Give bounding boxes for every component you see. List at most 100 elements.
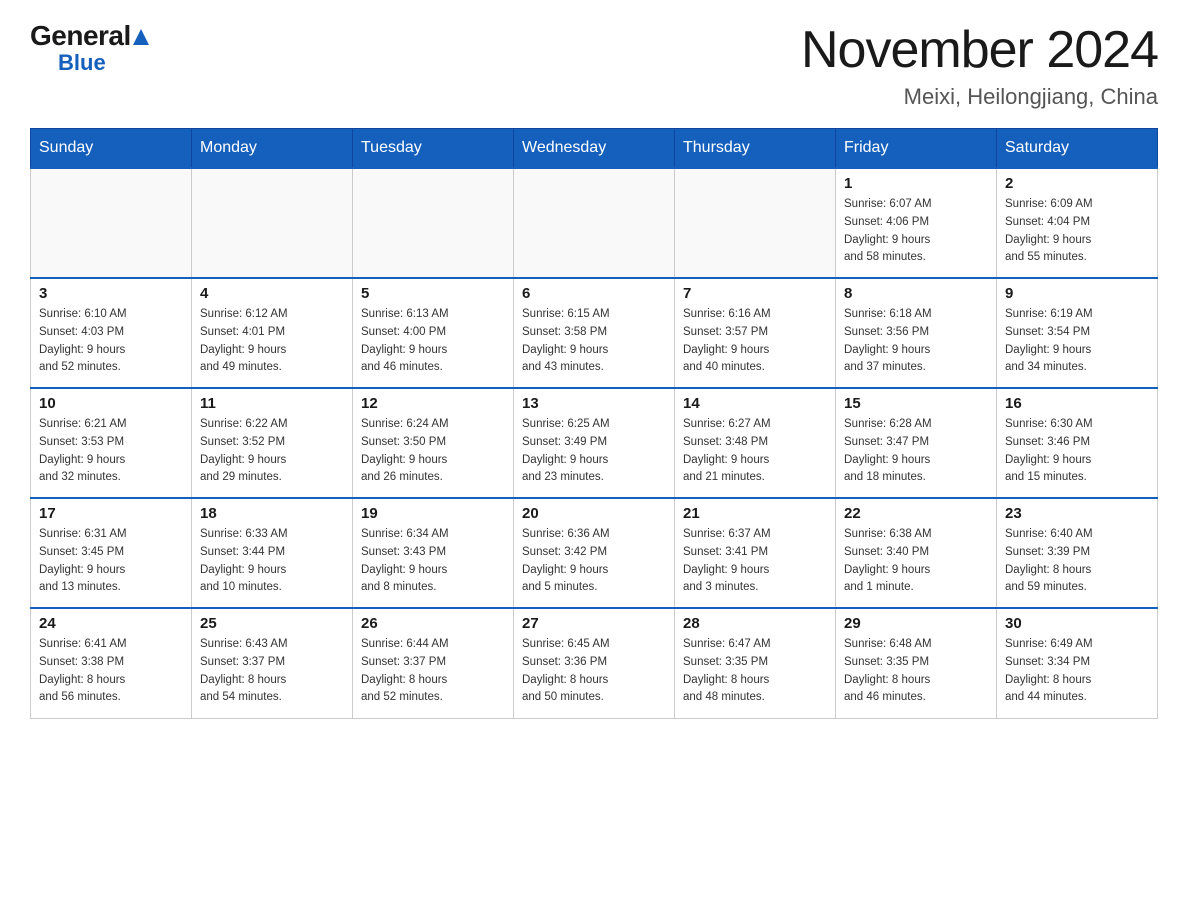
calendar-cell: 19 Sunrise: 6:34 AMSunset: 3:43 PMDayligh… bbox=[353, 498, 514, 608]
day-number: 7 bbox=[683, 285, 827, 302]
day-number: 30 bbox=[1005, 615, 1149, 632]
calendar-cell: 28 Sunrise: 6:47 AMSunset: 3:35 PMDayligh… bbox=[675, 608, 836, 718]
day-number: 22 bbox=[844, 505, 988, 522]
day-info: Sunrise: 6:36 AMSunset: 3:42 PMDaylight:… bbox=[522, 526, 666, 597]
week-row-5: 24Sunrise: 6:41 AMSunset: 3:38 PMDayligh… bbox=[31, 608, 1158, 718]
day-number: 4 bbox=[200, 285, 344, 302]
title-block: November 2024 Meixi, Heilongjiang, China bbox=[801, 20, 1158, 110]
calendar-cell: 6 Sunrise: 6:15 AMSunset: 3:58 PMDaylight… bbox=[514, 278, 675, 388]
day-number: 14 bbox=[683, 395, 827, 412]
logo-general-text: General bbox=[30, 20, 149, 54]
week-row-1: 1 Sunrise: 6:07 AMSunset: 4:06 PMDaylight… bbox=[31, 168, 1158, 278]
day-number: 18 bbox=[200, 505, 344, 522]
calendar-cell: 24Sunrise: 6:41 AMSunset: 3:38 PMDayligh… bbox=[31, 608, 192, 718]
day-number: 17 bbox=[39, 505, 183, 522]
day-info: Sunrise: 6:41 AMSunset: 3:38 PMDaylight:… bbox=[39, 636, 183, 707]
day-number: 5 bbox=[361, 285, 505, 302]
calendar-cell: 8 Sunrise: 6:18 AMSunset: 3:56 PMDaylight… bbox=[836, 278, 997, 388]
day-info: Sunrise: 6:16 AMSunset: 3:57 PMDaylight:… bbox=[683, 306, 827, 377]
day-info: Sunrise: 6:38 AMSunset: 3:40 PMDaylight:… bbox=[844, 526, 988, 597]
day-info: Sunrise: 6:48 AMSunset: 3:35 PMDaylight:… bbox=[844, 636, 988, 707]
day-info: Sunrise: 6:24 AMSunset: 3:50 PMDaylight:… bbox=[361, 416, 505, 487]
day-number: 11 bbox=[200, 395, 344, 412]
page-header: General Blue November 2024 Meixi, Heilon… bbox=[30, 20, 1158, 110]
calendar-table: Sunday Monday Tuesday Wednesday Thursday… bbox=[30, 128, 1158, 719]
day-number: 8 bbox=[844, 285, 988, 302]
day-info: Sunrise: 6:37 AMSunset: 3:41 PMDaylight:… bbox=[683, 526, 827, 597]
calendar-cell: 21 Sunrise: 6:37 AMSunset: 3:41 PMDayligh… bbox=[675, 498, 836, 608]
calendar-cell: 30 Sunrise: 6:49 AMSunset: 3:34 PMDayligh… bbox=[997, 608, 1158, 718]
day-info: Sunrise: 6:49 AMSunset: 3:34 PMDaylight:… bbox=[1005, 636, 1149, 707]
calendar-cell: 17 Sunrise: 6:31 AMSunset: 3:45 PMDayligh… bbox=[31, 498, 192, 608]
calendar-cell: 7 Sunrise: 6:16 AMSunset: 3:57 PMDaylight… bbox=[675, 278, 836, 388]
day-number: 3 bbox=[39, 285, 183, 302]
day-info: Sunrise: 6:22 AMSunset: 3:52 PMDaylight:… bbox=[200, 416, 344, 487]
calendar-title: November 2024 bbox=[801, 20, 1158, 80]
day-number: 23 bbox=[1005, 505, 1149, 522]
day-number: 9 bbox=[1005, 285, 1149, 302]
day-info: Sunrise: 6:43 AMSunset: 3:37 PMDaylight:… bbox=[200, 636, 344, 707]
calendar-cell: 27Sunrise: 6:45 AMSunset: 3:36 PMDayligh… bbox=[514, 608, 675, 718]
day-info: Sunrise: 6:27 AMSunset: 3:48 PMDaylight:… bbox=[683, 416, 827, 487]
calendar-cell bbox=[192, 168, 353, 278]
calendar-cell: 18 Sunrise: 6:33 AMSunset: 3:44 PMDayligh… bbox=[192, 498, 353, 608]
day-number: 28 bbox=[683, 615, 827, 632]
calendar-cell: 10Sunrise: 6:21 AMSunset: 3:53 PMDayligh… bbox=[31, 388, 192, 498]
day-info: Sunrise: 6:18 AMSunset: 3:56 PMDaylight:… bbox=[844, 306, 988, 377]
day-number: 21 bbox=[683, 505, 827, 522]
col-tuesday: Tuesday bbox=[353, 129, 514, 169]
day-number: 12 bbox=[361, 395, 505, 412]
day-number: 13 bbox=[522, 395, 666, 412]
day-number: 25 bbox=[200, 615, 344, 632]
calendar-cell: 11 Sunrise: 6:22 AMSunset: 3:52 PMDayligh… bbox=[192, 388, 353, 498]
day-info: Sunrise: 6:07 AMSunset: 4:06 PMDaylight:… bbox=[844, 196, 988, 267]
calendar-cell: 9Sunrise: 6:19 AMSunset: 3:54 PMDaylight… bbox=[997, 278, 1158, 388]
calendar-cell: 14 Sunrise: 6:27 AMSunset: 3:48 PMDayligh… bbox=[675, 388, 836, 498]
day-number: 2 bbox=[1005, 175, 1149, 192]
day-number: 16 bbox=[1005, 395, 1149, 412]
col-wednesday: Wednesday bbox=[514, 129, 675, 169]
day-info: Sunrise: 6:09 AMSunset: 4:04 PMDaylight:… bbox=[1005, 196, 1149, 267]
calendar-cell bbox=[353, 168, 514, 278]
calendar-cell: 26 Sunrise: 6:44 AMSunset: 3:37 PMDayligh… bbox=[353, 608, 514, 718]
calendar-subtitle: Meixi, Heilongjiang, China bbox=[801, 84, 1158, 110]
week-row-4: 17 Sunrise: 6:31 AMSunset: 3:45 PMDayligh… bbox=[31, 498, 1158, 608]
day-number: 26 bbox=[361, 615, 505, 632]
day-number: 15 bbox=[844, 395, 988, 412]
day-number: 27 bbox=[522, 615, 666, 632]
day-info: Sunrise: 6:28 AMSunset: 3:47 PMDaylight:… bbox=[844, 416, 988, 487]
day-info: Sunrise: 6:15 AMSunset: 3:58 PMDaylight:… bbox=[522, 306, 666, 377]
day-info: Sunrise: 6:21 AMSunset: 3:53 PMDaylight:… bbox=[39, 416, 183, 487]
day-info: Sunrise: 6:33 AMSunset: 3:44 PMDaylight:… bbox=[200, 526, 344, 597]
calendar-cell: 25 Sunrise: 6:43 AMSunset: 3:37 PMDayligh… bbox=[192, 608, 353, 718]
day-number: 6 bbox=[522, 285, 666, 302]
day-info: Sunrise: 6:12 AMSunset: 4:01 PMDaylight:… bbox=[200, 306, 344, 377]
day-info: Sunrise: 6:30 AMSunset: 3:46 PMDaylight:… bbox=[1005, 416, 1149, 487]
day-number: 20 bbox=[522, 505, 666, 522]
day-info: Sunrise: 6:10 AMSunset: 4:03 PMDaylight:… bbox=[39, 306, 183, 377]
calendar-cell: 2 Sunrise: 6:09 AMSunset: 4:04 PMDaylight… bbox=[997, 168, 1158, 278]
calendar-cell bbox=[31, 168, 192, 278]
calendar-cell: 23 Sunrise: 6:40 AMSunset: 3:39 PMDayligh… bbox=[997, 498, 1158, 608]
calendar-cell: 1 Sunrise: 6:07 AMSunset: 4:06 PMDaylight… bbox=[836, 168, 997, 278]
col-thursday: Thursday bbox=[675, 129, 836, 169]
day-info: Sunrise: 6:34 AMSunset: 3:43 PMDaylight:… bbox=[361, 526, 505, 597]
calendar-cell bbox=[675, 168, 836, 278]
day-info: Sunrise: 6:25 AMSunset: 3:49 PMDaylight:… bbox=[522, 416, 666, 487]
calendar-cell: 13 Sunrise: 6:25 AMSunset: 3:49 PMDayligh… bbox=[514, 388, 675, 498]
calendar-cell: 4 Sunrise: 6:12 AMSunset: 4:01 PMDaylight… bbox=[192, 278, 353, 388]
calendar-cell bbox=[514, 168, 675, 278]
calendar-cell: 29Sunrise: 6:48 AMSunset: 3:35 PMDayligh… bbox=[836, 608, 997, 718]
day-info: Sunrise: 6:47 AMSunset: 3:35 PMDaylight:… bbox=[683, 636, 827, 707]
day-number: 19 bbox=[361, 505, 505, 522]
day-number: 1 bbox=[844, 175, 988, 192]
day-info: Sunrise: 6:44 AMSunset: 3:37 PMDaylight:… bbox=[361, 636, 505, 707]
week-row-3: 10Sunrise: 6:21 AMSunset: 3:53 PMDayligh… bbox=[31, 388, 1158, 498]
day-info: Sunrise: 6:31 AMSunset: 3:45 PMDaylight:… bbox=[39, 526, 183, 597]
calendar-cell: 22 Sunrise: 6:38 AMSunset: 3:40 PMDayligh… bbox=[836, 498, 997, 608]
calendar-cell: 5Sunrise: 6:13 AMSunset: 4:00 PMDaylight… bbox=[353, 278, 514, 388]
col-friday: Friday bbox=[836, 129, 997, 169]
day-info: Sunrise: 6:40 AMSunset: 3:39 PMDaylight:… bbox=[1005, 526, 1149, 597]
logo-blue-text: Blue bbox=[58, 50, 106, 76]
col-sunday: Sunday bbox=[31, 129, 192, 169]
